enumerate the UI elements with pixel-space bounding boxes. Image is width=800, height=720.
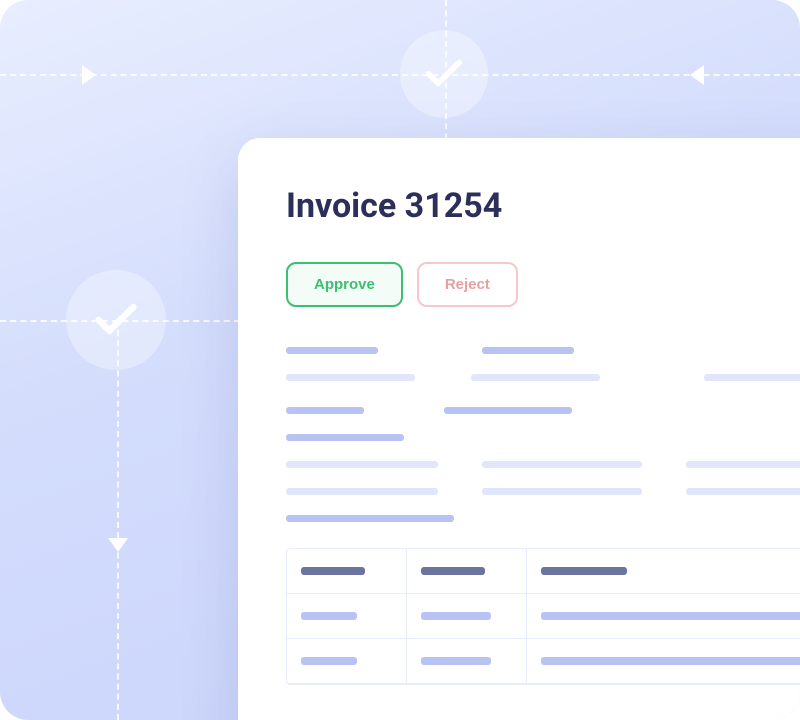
arrow-down-icon [108,538,128,552]
flow-line-vertical-left [117,320,119,720]
placeholder-line [471,374,600,381]
placeholder-line [286,461,438,468]
placeholder-line [286,407,364,414]
table-header-cell [541,567,627,575]
table-cell [421,657,491,665]
invoice-line-items-table [286,548,800,685]
table-cell [421,612,491,620]
table-header-cell [421,567,485,575]
placeholder-line [482,347,574,354]
table-row [287,594,800,639]
action-row: Approve Reject [286,262,800,307]
approve-button[interactable]: Approve [286,262,403,307]
placeholder-line [286,434,404,441]
invoice-meta [286,347,800,522]
reject-button[interactable]: Reject [417,262,518,307]
table-cell [541,612,800,620]
placeholder-line [286,374,415,381]
table-cell [541,657,800,665]
placeholder-line [686,488,800,495]
placeholder-line [444,407,572,414]
table-header-row [287,549,800,594]
table-header-cell [301,567,365,575]
checkmark-icon [400,30,488,118]
placeholder-line [704,374,800,381]
placeholder-line [686,461,800,468]
workflow-canvas: Invoice 31254 Approve Reject [0,0,800,720]
placeholder-line [482,461,642,468]
table-cell [301,657,357,665]
invoice-title: Invoice 31254 [286,186,800,226]
arrow-left-icon [690,65,704,85]
invoice-card: Invoice 31254 Approve Reject [238,138,800,720]
placeholder-line [482,488,642,495]
placeholder-line [286,347,378,354]
placeholder-line [286,515,454,522]
placeholder-line [286,488,438,495]
arrow-right-icon [82,65,96,85]
table-cell [301,612,357,620]
table-row [287,639,800,684]
checkmark-icon [66,270,166,370]
